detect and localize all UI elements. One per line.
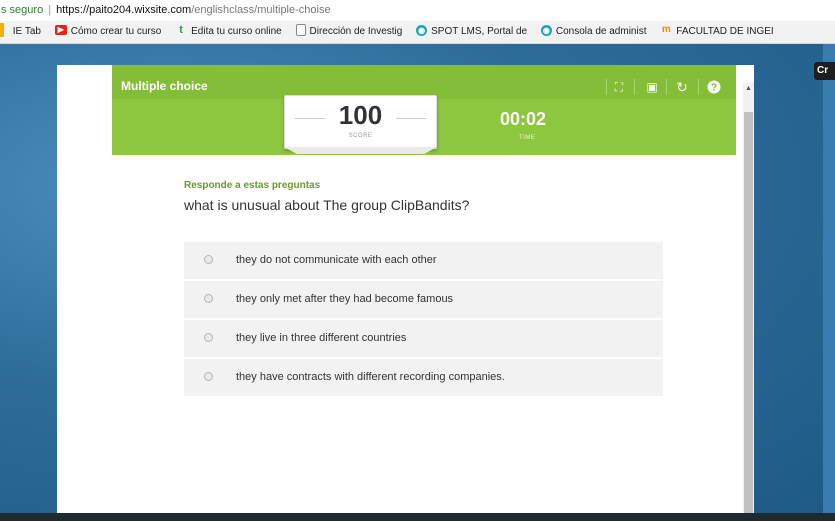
bookmarks-bar: IE Tab ▶ Cómo crear tu curso t Edita tu cu…	[0, 21, 835, 44]
radio-button[interactable]	[204, 294, 213, 303]
youtube-icon: ▶	[54, 25, 67, 36]
toolbar-divider	[666, 79, 667, 95]
option-2[interactable]: they only met after they had become famo…	[184, 281, 663, 318]
bookmark-como-crear[interactable]: ▶ Cómo crear tu curso	[54, 21, 162, 43]
address-bar[interactable]: s seguro | https://paito204.wixsite.com/en…	[0, 0, 835, 21]
bookmark-facultad[interactable]: m FACULTAD DE INGEI	[660, 21, 774, 43]
toolbar-divider	[634, 79, 635, 95]
url-host: https://paito204.wixsite.com	[56, 4, 192, 16]
help-icon[interactable]: ?	[704, 77, 724, 97]
url-path: /englishclass/multiple-choise	[191, 4, 331, 16]
score-card-tail	[284, 147, 437, 154]
bookmark-spot-lms[interactable]: ◉ SPOT LMS, Portal de	[416, 21, 527, 43]
option-3[interactable]: they live in three different countries	[184, 320, 663, 357]
quiz-title: Multiple choice	[121, 79, 208, 93]
spot-icon: ◉	[416, 24, 428, 36]
option-4[interactable]: they have contracts with different recor…	[184, 359, 663, 396]
score-label: SCORE	[348, 133, 373, 139]
scrollbar-thumb[interactable]	[744, 112, 753, 513]
scroll-up-arrow-icon[interactable]: ▲	[744, 84, 753, 93]
score-card: 100 SCORE	[284, 95, 437, 149]
bookmark-label: Edita tu curso online	[191, 26, 282, 37]
toolbar-divider	[606, 79, 607, 95]
option-1[interactable]: they do not communicate with each other	[184, 242, 663, 279]
toolbar-divider	[698, 79, 699, 95]
bookmark-label: SPOT LMS, Portal de	[431, 26, 528, 37]
bookmark-label: FACULTAD DE INGEI	[676, 26, 774, 37]
bookmark-ie-tab[interactable]: IE Tab	[13, 21, 41, 43]
moodle-icon: m	[661, 24, 671, 36]
timer-value: 00:02	[500, 109, 547, 129]
restart-icon[interactable]: ↻	[672, 77, 692, 97]
print-icon[interactable]: ▣	[642, 77, 662, 97]
options-list: they do not communicate with each other …	[184, 242, 663, 398]
instruction-text: Responde a estas preguntas	[184, 180, 321, 191]
bookmark-direccion[interactable]: Dirección de Investig	[295, 21, 403, 43]
tumblr-icon: t	[179, 24, 183, 37]
bookmark-label: Cómo crear tu curso	[70, 26, 162, 37]
fullscreen-icon[interactable]: ⛶	[609, 77, 629, 97]
option-label: they only met after they had become famo…	[236, 293, 454, 305]
svg-text:?: ?	[711, 83, 717, 94]
bookmark-label: Consola de administ	[555, 26, 647, 37]
option-label: they live in three different countries	[236, 332, 407, 344]
radio-button[interactable]	[204, 372, 213, 381]
page-icon	[295, 24, 306, 37]
header-toolbar: ⛶ ▣ ↻ ?	[606, 77, 736, 97]
bookmark-label: Dirección de Investig	[309, 26, 403, 37]
bottom-bar	[0, 513, 835, 521]
address-separator: |	[48, 4, 52, 16]
option-label: they do not communicate with each other	[236, 254, 437, 266]
question-text: what is unusual about The group ClipBand…	[184, 197, 470, 213]
spot-icon: ◉	[540, 24, 552, 36]
bookmark-consola[interactable]: ◉ Consola de administ	[540, 21, 647, 43]
radio-button[interactable]	[204, 333, 213, 342]
score-value: 100	[338, 100, 383, 130]
timer-label: TIME	[519, 135, 536, 141]
radio-button[interactable]	[204, 255, 213, 264]
apps-edge-icon	[0, 23, 4, 38]
option-label: they have contracts with different recor…	[236, 371, 505, 383]
bookmark-label: IE Tab	[12, 26, 41, 37]
bookmark-edita-curso[interactable]: t Edita tu curso online	[175, 21, 282, 43]
right-edge-strip	[823, 44, 835, 513]
side-tab[interactable]: Cr	[814, 62, 835, 80]
security-indicator[interactable]: s seguro	[0, 4, 43, 16]
